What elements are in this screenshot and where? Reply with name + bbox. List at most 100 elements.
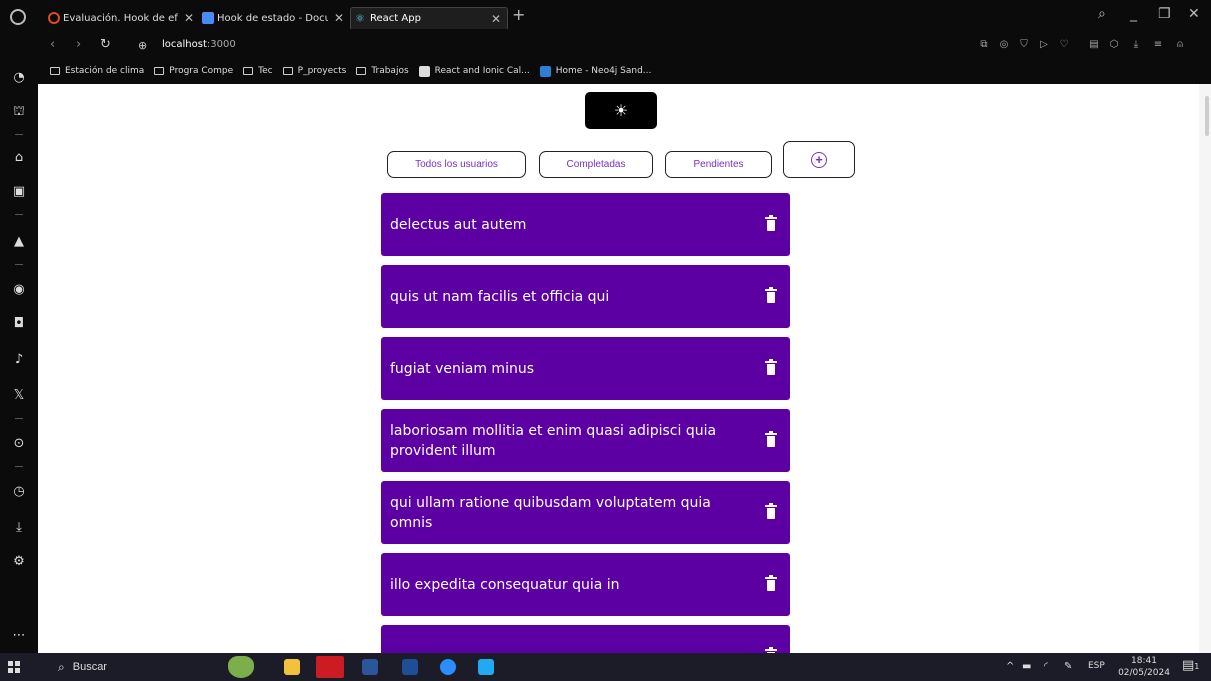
folder-icon xyxy=(243,67,254,75)
snapshot-icon[interactable]: ◎ xyxy=(998,39,1010,51)
reload-icon[interactable]: ↻ xyxy=(100,37,111,52)
speed-dial-icon[interactable]: ◔ xyxy=(11,70,27,86)
player-icon[interactable]: ⊙ xyxy=(11,436,27,452)
todo-title: qui ullam ratione quibusdam voluptatem q… xyxy=(390,494,711,531)
bookmark-progra-compe[interactable]: Progra Compe xyxy=(154,66,233,76)
trash-icon[interactable] xyxy=(765,286,777,303)
account-icon[interactable]: ⍝ xyxy=(1174,39,1186,51)
vscode-icon[interactable] xyxy=(478,659,494,675)
tab-title: React App xyxy=(370,13,421,24)
bookmark-neo4j[interactable]: Home - Neo4j Sand... xyxy=(539,65,651,77)
tray-chevron-icon[interactable]: ^ xyxy=(1006,661,1014,672)
tab-title: Evaluación. Hook de efecto xyxy=(63,12,178,24)
trash-icon[interactable] xyxy=(765,502,777,519)
flow-icon[interactable]: ▷ xyxy=(1038,39,1050,51)
scrollbar[interactable] xyxy=(1199,84,1211,653)
new-tab-button[interactable]: + xyxy=(512,5,525,24)
history-icon[interactable]: ◷ xyxy=(11,484,27,500)
forward-icon[interactable]: › xyxy=(76,37,81,52)
adblock-icon[interactable]: ⛉ xyxy=(1018,39,1030,51)
file-explorer-icon[interactable] xyxy=(284,659,300,675)
address-bar: ‹ › ↻ ⊕ localhost:3000 ⧉ ◎ ⛉ ▷ ♡ ▤ ⬡ ⤓ ≡… xyxy=(38,34,1211,58)
heart-icon[interactable]: ♡ xyxy=(1058,39,1070,51)
pen-icon[interactable]: ✎ xyxy=(1064,661,1072,672)
filter-completed-button[interactable]: Completadas xyxy=(539,151,653,178)
bookmark-p-proyects[interactable]: P_proyects xyxy=(282,66,346,76)
more-icon[interactable]: ⋯ xyxy=(11,628,27,644)
taskbar-search[interactable]: ⌕ Buscar xyxy=(44,656,210,678)
windows-taskbar: ⌕ Buscar ^ ▬ ◜ ✎ ESP 18:41 02/05/2024 ▤1 xyxy=(0,653,1211,681)
tiktok-icon[interactable]: ♪ xyxy=(11,352,27,368)
search-tabs-icon[interactable]: ⌕ xyxy=(1098,6,1106,22)
close-tab-icon[interactable]: ✕ xyxy=(485,12,507,26)
favicon-icon xyxy=(48,12,60,24)
close-tab-icon[interactable]: ✕ xyxy=(328,11,350,25)
easy-setup-icon[interactable]: ≡ xyxy=(1152,39,1164,51)
url-port: :3000 xyxy=(206,39,236,50)
todo-item: laboriosam mollitia et enim quasi adipis… xyxy=(381,409,790,472)
tab-hook-de-estado[interactable]: Hook de estado - Docume ✕ xyxy=(198,7,350,29)
downloads-icon[interactable]: ⤓ xyxy=(11,520,27,536)
profile-card-icon[interactable]: ▣ xyxy=(11,184,27,200)
language-indicator[interactable]: ESP xyxy=(1088,661,1105,671)
bookmark-react-ionic[interactable]: React and Ionic Cal... xyxy=(418,65,530,77)
powershell-icon[interactable] xyxy=(402,659,418,675)
scrollbar-thumb[interactable] xyxy=(1205,96,1209,136)
add-todo-button[interactable]: + xyxy=(783,141,855,178)
todo-item: qui ullam ratione quibusdam voluptatem q… xyxy=(381,481,790,544)
tab-evaluacion[interactable]: Evaluación. Hook de efecto ✕ xyxy=(44,7,200,29)
site-info-icon[interactable]: ⊕ xyxy=(138,39,147,52)
bookmark-label: Tec xyxy=(258,66,273,76)
settings-icon[interactable]: ⚙ xyxy=(11,554,27,570)
url-field[interactable]: localhost:3000 xyxy=(162,39,236,50)
back-icon[interactable]: ‹ xyxy=(50,37,55,52)
cube-icon[interactable]: ⬡ xyxy=(1108,39,1120,51)
folder-icon xyxy=(154,67,165,75)
word-icon[interactable] xyxy=(362,659,378,675)
theme-toggle-button[interactable]: ☀ xyxy=(585,92,657,129)
trash-icon[interactable] xyxy=(765,574,777,591)
battery-icon[interactable]: ▬ xyxy=(1022,661,1031,672)
bookmark-tec[interactable]: Tec xyxy=(243,66,273,76)
home-icon[interactable]: ⌂ xyxy=(11,150,27,166)
wifi-icon[interactable]: ◜ xyxy=(1044,661,1048,672)
filter-pending-button[interactable]: Pendientes xyxy=(665,151,772,178)
clock-time: 18:41 xyxy=(1131,656,1157,666)
extension-icon[interactable]: ▤ xyxy=(1088,39,1100,51)
trash-icon[interactable] xyxy=(765,214,777,231)
sun-icon: ☀ xyxy=(613,101,629,120)
todo-item: quis ut nam facilis et officia qui xyxy=(381,265,790,328)
close-tab-icon[interactable]: ✕ xyxy=(178,11,200,25)
windows-start-icon[interactable] xyxy=(8,661,20,673)
maximize-icon[interactable]: ❐ xyxy=(1158,6,1171,22)
folder-icon xyxy=(356,67,367,75)
bookmark-label: React and Ionic Cal... xyxy=(434,66,530,76)
minimize-icon[interactable]: _ xyxy=(1130,6,1137,22)
tab-react-app[interactable]: ⚛ React App ✕ xyxy=(350,7,508,29)
notifications-icon[interactable]: ▤1 xyxy=(1182,658,1199,673)
bookmark-label: Progra Compe xyxy=(169,66,234,76)
bookmark-label: Trabajos xyxy=(371,66,409,76)
messenger-icon[interactable]: ◉ xyxy=(11,282,27,298)
page-viewport: ☀ Todos los usuarios Completadas Pendien… xyxy=(38,84,1211,653)
bookmark-estacion-de-clima[interactable]: Estación de clima xyxy=(50,66,144,76)
tea-cup-icon[interactable] xyxy=(228,656,254,678)
x-twitter-icon[interactable]: 𝕏 xyxy=(11,388,27,404)
aria-icon[interactable]: ▲ xyxy=(11,234,27,250)
opera-taskbar-icon[interactable] xyxy=(316,656,344,678)
clock-date: 02/05/2024 xyxy=(1118,668,1170,678)
share-icon[interactable]: ⧉ xyxy=(978,39,990,51)
filter-all-users-button[interactable]: Todos los usuarios xyxy=(387,151,526,178)
opera-logo-icon[interactable] xyxy=(10,9,26,25)
trash-icon[interactable] xyxy=(765,430,777,447)
bookmark-trabajos[interactable]: Trabajos xyxy=(356,66,409,76)
clock[interactable]: 18:41 02/05/2024 xyxy=(1116,655,1172,679)
download-icon[interactable]: ⤓ xyxy=(1130,39,1142,51)
instagram-icon[interactable]: ◘ xyxy=(11,316,27,332)
zoom-icon[interactable] xyxy=(440,659,456,675)
shopping-bag-icon[interactable]: ⛫ xyxy=(11,104,27,120)
notification-count: 1 xyxy=(1194,662,1200,671)
todo-title: illo expedita consequatur quia in xyxy=(390,576,620,593)
close-window-icon[interactable]: ✕ xyxy=(1188,6,1200,22)
trash-icon[interactable] xyxy=(765,358,777,375)
